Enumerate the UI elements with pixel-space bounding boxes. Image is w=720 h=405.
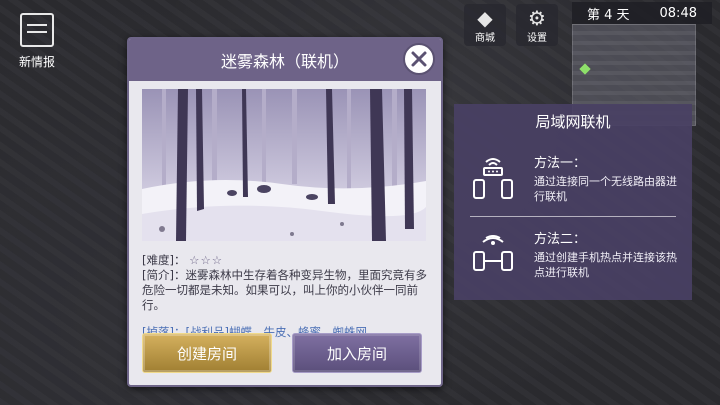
lan-title: 局域网联机 bbox=[535, 112, 611, 131]
intro-label: [简介]： bbox=[142, 268, 186, 282]
difficulty-row: [难度]： ☆☆☆ bbox=[142, 253, 432, 268]
location-image bbox=[142, 89, 426, 241]
join-room-label: 加入房间 bbox=[326, 344, 387, 363]
settings-button[interactable]: ⚙ 设置 bbox=[516, 4, 558, 46]
hotspot-icon bbox=[473, 235, 513, 271]
difficulty-label: [难度]： bbox=[142, 253, 186, 267]
intro-text: 迷雾森林中生存着各种变异生物，里面究竟有多危险一切都是未知。如果可以，叫上你的小… bbox=[142, 268, 427, 312]
difficulty-stars-icon: ☆☆☆ bbox=[189, 253, 224, 267]
shop-button[interactable]: ◆ 商城 bbox=[464, 4, 506, 46]
divider bbox=[470, 216, 676, 217]
dialog-header: 迷雾森林（联机） bbox=[129, 39, 441, 81]
method-two-detail: 通过创建手机热点并连接该热点进行联机 bbox=[534, 251, 677, 279]
settings-label: 设置 bbox=[527, 33, 547, 44]
news-button[interactable]: 新情报 bbox=[8, 6, 66, 76]
close-button[interactable] bbox=[403, 43, 435, 75]
player-marker-icon bbox=[579, 63, 591, 75]
day-time-bar: 第 4 天 08:48 bbox=[572, 2, 712, 24]
day-counter: 第 4 天 bbox=[586, 7, 630, 23]
wifi-router-icon bbox=[473, 158, 513, 199]
shop-label: 商城 bbox=[475, 33, 495, 44]
diamond-icon: ◆ bbox=[477, 6, 493, 30]
news-label: 新情报 bbox=[18, 54, 55, 69]
create-room-label: 创建房间 bbox=[176, 344, 237, 363]
scroll-icon bbox=[20, 12, 54, 47]
create-room-button[interactable]: 创建房间 bbox=[142, 333, 272, 373]
clock: 08:48 bbox=[659, 5, 697, 21]
location-description: [难度]： ☆☆☆ [简介]：迷雾森林中生存着各种变异生物，里面究竟有多危险一切… bbox=[142, 253, 432, 340]
gear-icon: ⚙ bbox=[528, 6, 546, 30]
method-one-name: 方法一： bbox=[534, 156, 587, 171]
lan-multiplayer-panel: 局域网联机 方法一： 通过连接同一个无线路由器进行联机 方法二： 通过创建手机热… bbox=[454, 104, 692, 300]
method-one-detail: 通过连接同一个无线路由器进行联机 bbox=[534, 175, 677, 203]
dialog-title: 迷雾森林（联机） bbox=[220, 52, 349, 71]
join-room-button[interactable]: 加入房间 bbox=[292, 333, 422, 373]
close-icon bbox=[411, 51, 427, 67]
method-two-name: 方法二： bbox=[534, 232, 587, 247]
intro-row: [简介]：迷雾森林中生存着各种变异生物，里面究竟有多危险一切都是未知。如果可以，… bbox=[142, 268, 432, 313]
map-info-dialog: 迷雾森林（联机） [难度]： ☆☆☆ [简介]：迷雾森林中生存着各种变异生物，里… bbox=[127, 37, 443, 387]
